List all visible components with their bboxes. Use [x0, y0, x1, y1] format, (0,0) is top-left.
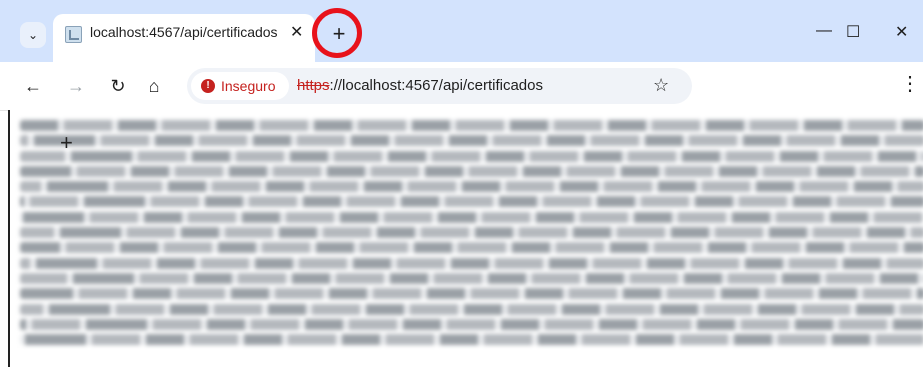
tab-search-button[interactable]: ⌄ [20, 22, 46, 48]
blurred-text-line [20, 334, 923, 346]
blurred-text-line [20, 165, 923, 177]
blurred-text-line [20, 227, 923, 239]
back-icon[interactable]: ← [22, 75, 44, 97]
new-tab-button[interactable]: + [322, 17, 356, 51]
maximize-icon[interactable]: ☐ [846, 22, 860, 42]
blurred-text-line [20, 242, 923, 254]
tab-close-icon[interactable]: ✕ [290, 22, 303, 42]
tab-title: localhost:4567/api/certificados [90, 24, 278, 40]
blurred-text-line [20, 318, 923, 330]
url-text[interactable]: https://localhost:4567/api/certificados [297, 77, 543, 94]
toolbar: ← → ↻ ⌂ ! Inseguro https://localhost:456… [0, 62, 923, 111]
forward-icon[interactable]: → [65, 75, 87, 97]
chevron-down-icon: ⌄ [27, 28, 39, 42]
cursor-crosshair-icon: + [60, 130, 73, 155]
blurred-text-line [20, 120, 923, 131]
tab-strip: ⌄ localhost:4567/api/certificados ✕ + — … [0, 0, 923, 62]
more-menu-icon[interactable]: ⋮ [900, 74, 920, 94]
blurred-text-line [20, 257, 923, 269]
tab-active[interactable]: localhost:4567/api/certificados ✕ [53, 14, 315, 62]
page-favicon-icon [65, 26, 82, 43]
blurred-json-content [20, 116, 923, 346]
home-icon[interactable]: ⌂ [143, 75, 165, 97]
security-label: Inseguro [221, 78, 276, 94]
page-content [8, 110, 923, 367]
plus-icon: + [332, 21, 346, 46]
blurred-text-line [20, 272, 923, 284]
browser-window: ⌄ localhost:4567/api/certificados ✕ + — … [0, 0, 923, 367]
blurred-text-line [20, 288, 923, 300]
reload-icon[interactable]: ↻ [107, 75, 129, 97]
blurred-text-line [20, 211, 923, 223]
blurred-text-line [20, 196, 923, 208]
blurred-text-line [20, 181, 923, 193]
blurred-text-line [20, 150, 923, 162]
bookmark-star-icon[interactable]: ☆ [653, 75, 669, 96]
blurred-text-line [20, 135, 923, 147]
minimize-icon[interactable]: — [816, 22, 832, 40]
close-window-icon[interactable]: ✕ [895, 22, 908, 42]
error-icon: ! [201, 79, 215, 93]
blurred-text-line [20, 303, 923, 315]
url-rest: ://localhost:4567/api/certificados [329, 77, 543, 94]
address-bar[interactable]: ! Inseguro https://localhost:4567/api/ce… [187, 68, 692, 104]
url-scheme: https [297, 77, 330, 94]
security-chip[interactable]: ! Inseguro [191, 72, 289, 100]
